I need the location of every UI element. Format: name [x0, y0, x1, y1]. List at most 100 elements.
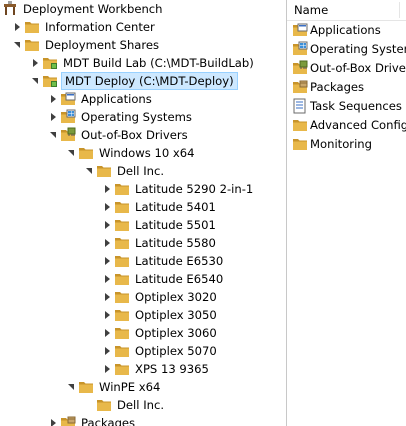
expand-arrow-icon[interactable]	[102, 324, 112, 342]
tree-item-label: Latitude 5290 2-in-1	[135, 182, 254, 196]
list-item-label: Monitoring	[310, 137, 372, 151]
packages-folder-icon	[292, 79, 308, 95]
expand-arrow-icon[interactable]	[102, 306, 112, 324]
expand-arrow-icon[interactable]	[102, 252, 112, 270]
tree-item-label: Dell Inc.	[117, 398, 165, 412]
folder-icon	[292, 117, 308, 133]
expand-arrow-icon[interactable]	[48, 414, 58, 426]
navigation-tree[interactable]: Deployment Workbench Information Center De…	[0, 0, 286, 426]
tree-item[interactable]: Deployment Workbench	[2, 0, 165, 18]
folder-icon	[96, 397, 112, 413]
tree-item-label: Applications	[81, 92, 152, 106]
folder-icon	[114, 199, 130, 215]
name-column-header[interactable]: Name	[287, 0, 406, 21]
collapse-arrow-icon[interactable]	[12, 36, 22, 54]
tree-item[interactable]: Latitude 5501	[102, 216, 218, 234]
list-item[interactable]: Advanced Configuration	[292, 116, 406, 134]
tree-item-label: Dell Inc.	[117, 164, 165, 178]
tree-item[interactable]: XPS 13 9365	[102, 360, 211, 378]
tree-item[interactable]: Optiplex 3020	[102, 288, 219, 306]
expand-arrow-icon[interactable]	[102, 234, 112, 252]
folder-icon	[96, 163, 112, 179]
expand-arrow-icon[interactable]	[48, 90, 58, 108]
expand-arrow-icon[interactable]	[48, 108, 58, 126]
tree-item-label: MDT Deploy (C:\MDT-Deploy)	[61, 72, 238, 90]
tree-item-label: MDT Build Lab (C:\MDT-BuildLab)	[63, 56, 254, 70]
tree-item[interactable]: Operating Systems	[48, 108, 194, 126]
tree-item[interactable]: Information Center	[12, 18, 157, 36]
list-item-label: Out-of-Box Drivers	[310, 61, 406, 75]
expand-arrow-icon[interactable]	[102, 270, 112, 288]
list-item[interactable]: Applications	[292, 21, 381, 39]
tree-item[interactable]: Latitude 5290 2-in-1	[102, 180, 255, 198]
tree-item-label: Optiplex 3020	[135, 290, 217, 304]
list-item-label: Operating Systems	[310, 42, 406, 56]
expand-arrow-icon[interactable]	[12, 18, 22, 36]
folder-icon	[114, 271, 130, 287]
list-item-label: Applications	[310, 23, 381, 37]
expand-arrow-icon[interactable]	[30, 54, 40, 72]
folder-icon	[78, 379, 94, 395]
operating-systems-folder-icon	[292, 41, 308, 57]
drivers-folder-icon	[292, 60, 308, 76]
tree-item[interactable]: Latitude E6540	[102, 270, 225, 288]
tree-item[interactable]: MDT Deploy (C:\MDT-Deploy)	[30, 72, 238, 90]
tree-item[interactable]: Latitude 5401	[102, 198, 218, 216]
column-separator[interactable]	[399, 2, 400, 18]
collapse-arrow-icon[interactable]	[66, 144, 76, 162]
collapse-arrow-icon[interactable]	[48, 126, 58, 144]
tree-item[interactable]: Optiplex 3060	[102, 324, 219, 342]
list-item[interactable]: Task Sequences	[292, 97, 402, 115]
collapse-arrow-icon[interactable]	[66, 378, 76, 396]
tree-item[interactable]: WinPE x64	[66, 378, 162, 396]
folder-icon	[114, 361, 130, 377]
deployment-share-icon	[42, 73, 58, 89]
folder-icon	[24, 19, 40, 35]
expand-arrow-icon[interactable]	[102, 360, 112, 378]
tree-item-label: Latitude E6530	[135, 254, 224, 268]
folder-icon	[114, 325, 130, 341]
list-item[interactable]: Monitoring	[292, 135, 372, 153]
task-sequences-icon	[292, 98, 308, 114]
expand-arrow-icon[interactable]	[102, 180, 112, 198]
expand-arrow-icon[interactable]	[102, 198, 112, 216]
tree-item[interactable]: Optiplex 5070	[102, 342, 219, 360]
tree-item-label: Latitude 5401	[135, 200, 216, 214]
tree-item-label: WinPE x64	[99, 380, 161, 394]
tree-item-label: Optiplex 3060	[135, 326, 217, 340]
list-item[interactable]: Packages	[292, 78, 364, 96]
expand-arrow-icon[interactable]	[102, 342, 112, 360]
tree-item[interactable]: Deployment Shares	[12, 36, 161, 54]
tree-item-label: Operating Systems	[81, 110, 192, 124]
list-item[interactable]: Out-of-Box Drivers	[292, 59, 406, 77]
name-column-label: Name	[294, 3, 329, 17]
tree-item[interactable]: Packages	[48, 414, 137, 426]
tree-item[interactable]: Out-of-Box Drivers	[48, 126, 190, 144]
expand-arrow-icon[interactable]	[102, 288, 112, 306]
folder-icon	[114, 253, 130, 269]
tree-item[interactable]: Windows 10 x64	[66, 144, 197, 162]
tree-item-label: Latitude E6540	[135, 272, 224, 286]
tree-item[interactable]: Applications	[48, 90, 154, 108]
packages-folder-icon	[60, 415, 76, 426]
folder-icon	[24, 37, 40, 53]
tree-item[interactable]: Dell Inc.	[84, 396, 166, 414]
tree-item[interactable]: Optiplex 3050	[102, 306, 219, 324]
tree-item-label: Windows 10 x64	[99, 146, 195, 160]
tree-item-label: Out-of-Box Drivers	[81, 128, 188, 142]
collapse-arrow-icon[interactable]	[84, 162, 94, 180]
tree-item-label: XPS 13 9365	[135, 362, 209, 376]
list-item-label: Packages	[310, 80, 365, 94]
tree-item[interactable]: Latitude E6530	[102, 252, 225, 270]
collapse-arrow-icon[interactable]	[30, 72, 40, 90]
tree-item[interactable]: MDT Build Lab (C:\MDT-BuildLab)	[30, 54, 256, 72]
drivers-folder-icon	[60, 127, 76, 143]
tree-item[interactable]: Dell Inc.	[84, 162, 166, 180]
tree-item-label: Optiplex 5070	[135, 344, 217, 358]
list-item[interactable]: Operating Systems	[292, 40, 406, 58]
tree-item[interactable]: Latitude 5580	[102, 234, 218, 252]
folder-icon	[114, 181, 130, 197]
expand-arrow-icon[interactable]	[102, 216, 112, 234]
tree-item-label: Deployment Shares	[45, 38, 160, 52]
details-pane: Name Applications Operating Systems Out-of…	[287, 0, 406, 426]
